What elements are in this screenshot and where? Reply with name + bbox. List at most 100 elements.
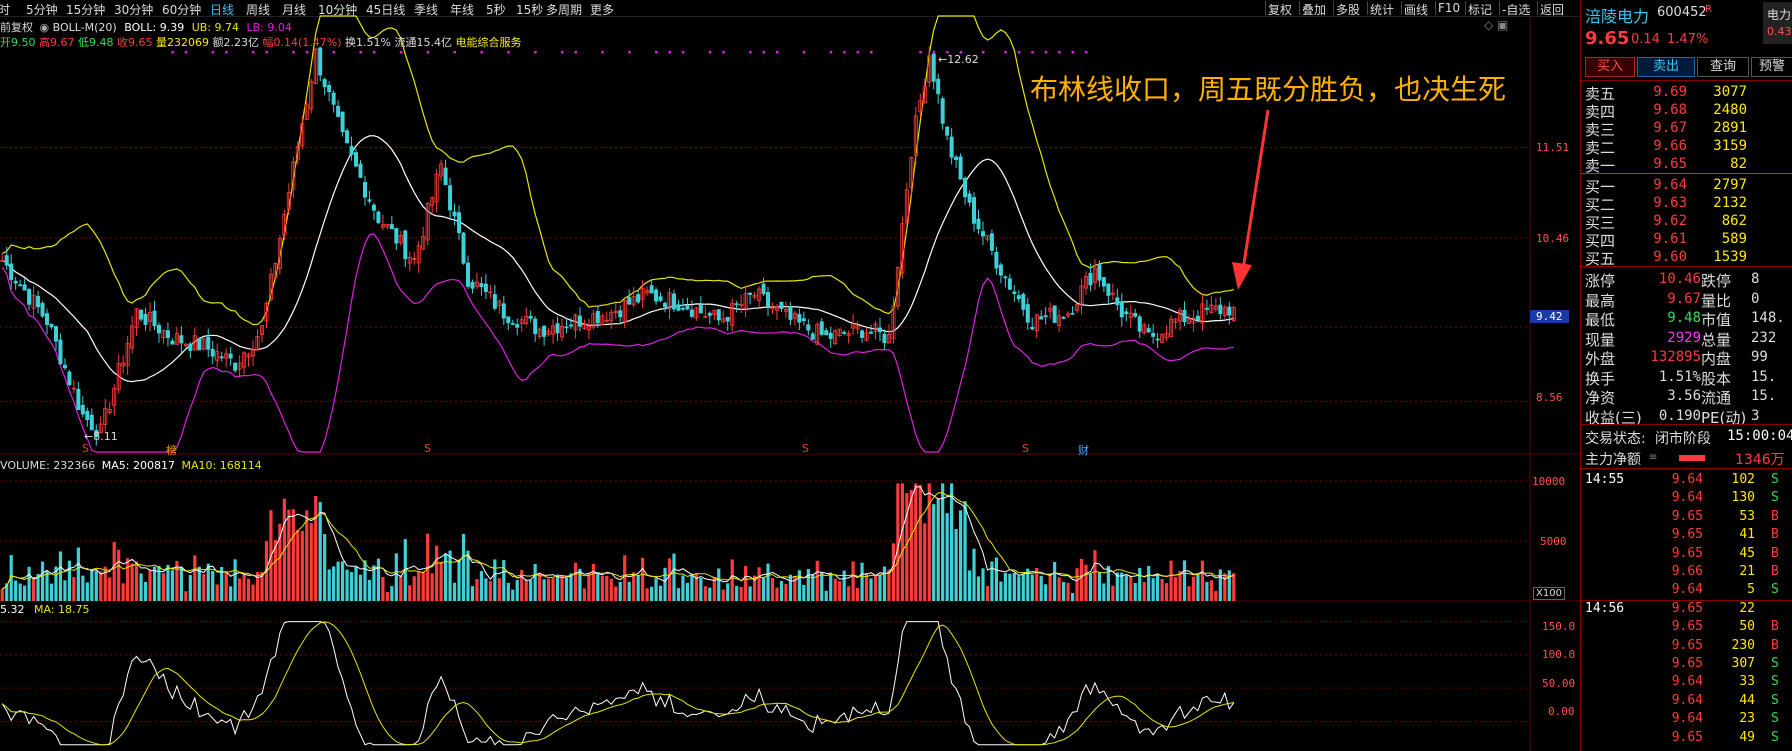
volume-bar <box>112 542 116 601</box>
stat-value: 3 <box>1751 407 1760 424</box>
candle-body <box>748 292 753 295</box>
stat-value: 8 <box>1751 271 1760 287</box>
stock-name[interactable]: 涪陵电力 <box>1585 3 1649 27</box>
candle-body <box>676 304 681 311</box>
buy-button[interactable]: 买入 <box>1585 57 1635 77</box>
volume-bar <box>999 581 1003 601</box>
tick-volume: 5 <box>1747 582 1755 598</box>
tick-volume: 33 <box>1739 674 1755 690</box>
tick-side: S <box>1771 490 1779 506</box>
sector-side-tab[interactable]: 电力 0.43 <box>1763 2 1792 44</box>
volume-bar <box>349 572 354 601</box>
volume-bar <box>730 559 734 601</box>
bid-volume: 589 <box>1721 231 1747 247</box>
volume-bar <box>27 566 31 601</box>
candle-body <box>62 364 67 369</box>
candle-body <box>931 53 936 82</box>
candle-body <box>13 280 18 284</box>
volume-bar <box>1111 585 1115 601</box>
event-marker[interactable]: S <box>424 442 431 455</box>
volume-bar <box>417 571 421 601</box>
signal-dot <box>534 51 537 54</box>
adjust-mode[interactable]: 前复权 <box>0 21 33 34</box>
quote-panel: 涪陵电力 600452 R 电力 0.43 9.65 0.14 1.47% 买入… <box>1580 0 1792 751</box>
volume-bar <box>1196 574 1200 601</box>
volume-bar <box>614 586 618 601</box>
candle-body <box>1025 304 1030 323</box>
indicator-settings-icon[interactable]: ◉ <box>40 21 50 34</box>
candle-body <box>22 284 27 291</box>
volume-bar <box>735 585 739 601</box>
trade-time: 15:00:04 <box>1727 428 1792 444</box>
stat-label: 最低 <box>1585 311 1616 329</box>
ask-volume: 3077 <box>1713 84 1747 100</box>
candle-body <box>716 309 721 321</box>
volume-bar <box>932 504 936 601</box>
high-price-marker: ←12.62 <box>938 53 979 66</box>
ask-volume: 2480 <box>1713 102 1747 118</box>
candle-body <box>1052 305 1057 323</box>
volume-bar <box>833 578 837 601</box>
volume-bar <box>1173 577 1178 601</box>
volume-bar <box>1191 576 1196 601</box>
query-button[interactable]: 查询 <box>1697 57 1749 77</box>
volume-bar <box>117 549 121 601</box>
tick-price: 9.65 <box>1671 656 1703 671</box>
tick-volume: 49 <box>1739 729 1755 745</box>
volume-bar <box>63 580 67 601</box>
event-marker[interactable]: S <box>82 442 89 455</box>
annotation-arrow-head <box>1232 262 1252 290</box>
ask-price: 9.65 <box>1653 156 1687 172</box>
signal-dot <box>372 51 376 54</box>
concept-tag[interactable]: 电能综合服务 <box>455 36 521 49</box>
volume-bar <box>1200 560 1205 601</box>
volume-bar <box>134 561 139 601</box>
event-marker[interactable]: 财 <box>1078 442 1089 458</box>
volume-bar <box>76 547 80 601</box>
volume-bar <box>847 586 851 601</box>
volume-bar <box>1066 582 1070 601</box>
stat-label: 涨停 <box>1585 272 1616 290</box>
volume-bar <box>345 569 349 601</box>
price-change: 0.14 <box>1631 32 1660 47</box>
volume-bar <box>882 566 887 601</box>
volume-bar <box>797 570 801 601</box>
volume-bar <box>533 564 537 601</box>
volume-bar <box>318 502 322 601</box>
tick-side: S <box>1771 472 1779 487</box>
volume-bar <box>287 509 291 601</box>
volume-bar <box>381 576 385 601</box>
osc-tick: 0.00 <box>1548 705 1575 718</box>
volume-bar <box>457 559 461 601</box>
sell-button[interactable]: 卖出 <box>1637 57 1695 77</box>
panel-options-icon[interactable]: ◇ ▣ <box>1484 18 1508 32</box>
volume-bar <box>385 592 389 601</box>
event-marker[interactable]: S <box>802 442 809 455</box>
volume-bar <box>954 528 958 601</box>
ask-volume: 82 <box>1730 156 1747 172</box>
volume-bar <box>229 586 233 601</box>
volume-bar <box>152 566 157 601</box>
indicator-name[interactable]: BOLL-M(20) <box>53 21 117 34</box>
candle-body <box>698 304 703 314</box>
float-cap-value: 流通15.4亿 <box>394 36 452 49</box>
event-marker[interactable]: S <box>1022 442 1029 455</box>
volume-bar <box>497 578 501 601</box>
signal-dot <box>870 51 873 54</box>
candle-body <box>331 92 336 105</box>
signal-dot <box>426 51 430 54</box>
volume-bar <box>305 510 309 601</box>
alert-button[interactable]: 预警 <box>1751 57 1792 77</box>
candle-body <box>156 324 161 334</box>
volume-bar <box>1070 593 1075 601</box>
signal-dot <box>1058 51 1061 54</box>
list-icon[interactable]: ≡ <box>1649 452 1657 463</box>
volume-bar <box>1008 573 1012 601</box>
candle-body <box>389 224 394 230</box>
tick-volume: 307 <box>1731 656 1755 671</box>
stock-chart[interactable] <box>0 0 1580 751</box>
event-marker[interactable]: 榜 <box>166 442 177 458</box>
candle-body <box>1070 312 1075 315</box>
volume-bar <box>1138 567 1142 601</box>
tick-price: 9.65 <box>1671 545 1703 561</box>
